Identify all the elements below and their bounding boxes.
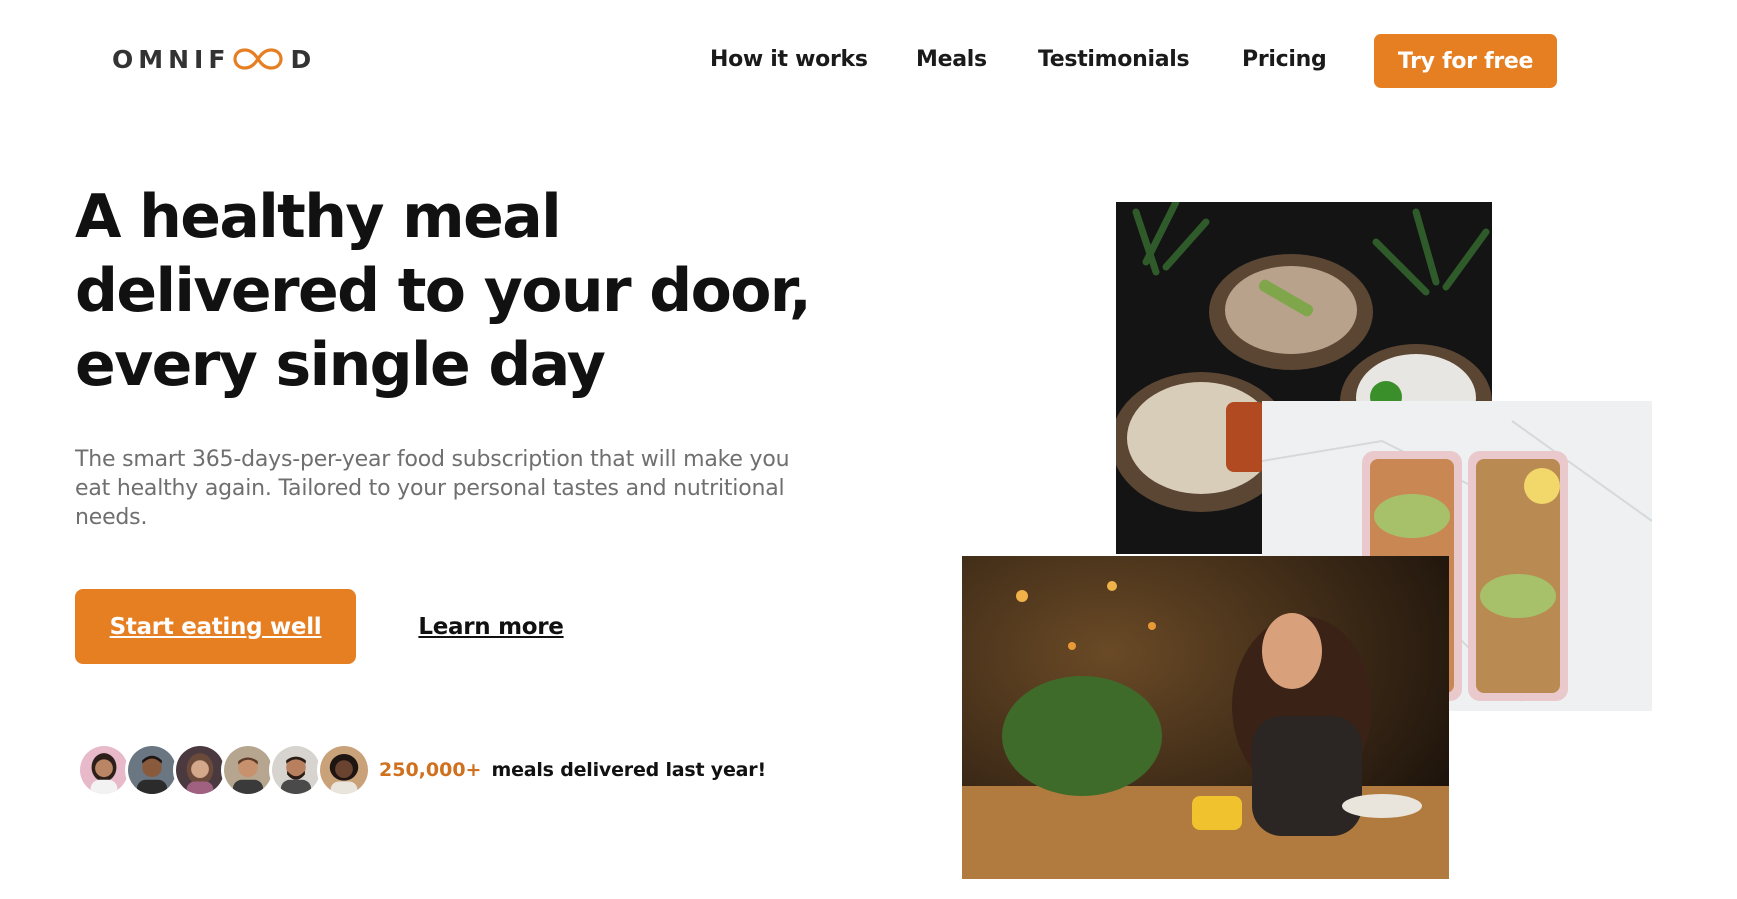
customer-avatar [317,743,371,797]
customer-avatar [77,743,131,797]
hero-title: A healthy meal delivered to your door, e… [75,182,812,400]
nav-link-pricing[interactable]: Pricing [1242,47,1327,72]
customer-avatar [221,743,275,797]
start-eating-well-button[interactable]: Start eating well [75,589,356,664]
nav-link-how-it-works[interactable]: How it works [710,47,868,72]
delivered-meals: 250,000+ meals delivered last year! [77,742,766,798]
meals-text: meals delivered last year! [491,759,766,781]
woman-eating-image [962,556,1449,879]
customer-avatar [269,743,323,797]
customer-avatar [125,743,179,797]
nav-link-meals[interactable]: Meals [916,47,987,72]
learn-more-button[interactable]: Learn more [400,589,582,664]
nav-link-testimonials[interactable]: Testimonials [1038,47,1190,72]
main-nav: How it works Meals Testimonials Pricing … [0,34,1737,88]
hero-description: The smart 365-days-per-year food subscri… [75,447,790,530]
customer-avatar [173,743,227,797]
meals-count: 250,000+ [379,759,482,781]
try-for-free-button[interactable]: Try for free [1374,34,1557,88]
